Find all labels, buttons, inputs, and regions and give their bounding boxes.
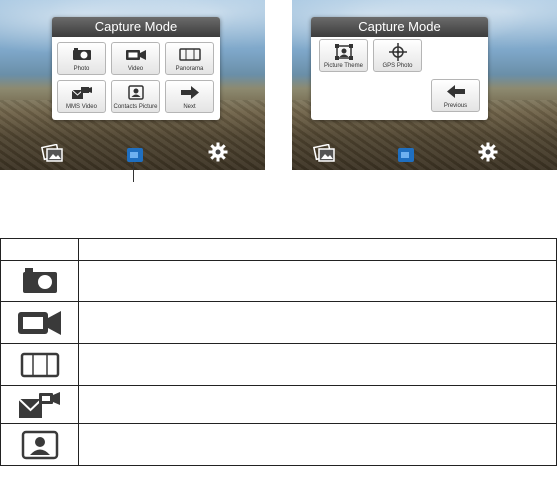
capture-mode-button[interactable]: [398, 148, 414, 162]
table-description-cell: [78, 385, 557, 424]
settings-button[interactable]: [478, 142, 498, 162]
table-icon-cell: [0, 423, 79, 466]
mms-video-button[interactable]: MMS Video: [57, 80, 106, 113]
table-header-row: [0, 238, 557, 261]
table-description-cell: [78, 343, 557, 386]
callout-line: [133, 162, 134, 182]
panorama-icon: [20, 352, 59, 377]
menu-title: Capture Mode: [52, 17, 220, 37]
menu-title: Capture Mode: [311, 17, 488, 37]
video-label: Video: [127, 66, 144, 72]
settings-gear-icon: [478, 142, 498, 162]
table-description-cell: [78, 260, 557, 302]
table-icon-cell: [0, 385, 79, 424]
capture-mode-button[interactable]: [127, 148, 143, 162]
picture-theme-button[interactable]: Picture Theme: [319, 39, 368, 72]
bottom-toolbar: [292, 132, 557, 170]
mms-video-icon: [17, 391, 60, 418]
gps-photo-button[interactable]: GPS Photo: [373, 39, 422, 72]
table-row: [0, 423, 557, 466]
table-icon-cell: [0, 260, 79, 302]
settings-gear-icon: [208, 142, 228, 162]
table-header-description: [78, 238, 557, 261]
video-camera-icon: [125, 50, 146, 60]
table-description-cell: [78, 423, 557, 466]
capture-mode-icon: [398, 148, 414, 162]
contacts-picture-button[interactable]: Contacts Picture: [111, 80, 160, 113]
table-description-cell: [78, 301, 557, 344]
gps-crosshair-icon: [388, 42, 407, 61]
table-row: [0, 301, 557, 344]
camera-icon: [22, 268, 57, 293]
previous-label: Previous: [443, 103, 468, 109]
table-icon-cell: [0, 343, 79, 386]
right-camera-screen: Capture Mode Picture Theme GPS Photo Pre…: [292, 0, 557, 170]
capture-mode-icon: [127, 148, 143, 162]
contacts-picture-label: Contacts Picture: [113, 104, 158, 110]
gps-photo-label: GPS Photo: [382, 63, 413, 69]
video-camera-icon: [17, 310, 61, 335]
contacts-picture-icon: [21, 430, 58, 459]
next-label: Next: [183, 104, 196, 110]
mms-video-label: MMS Video: [66, 104, 97, 110]
album-icon: [41, 144, 63, 162]
picture-theme-icon: [334, 43, 353, 60]
capture-mode-menu: Capture Mode Photo Video Panorama MMS Vi…: [52, 17, 220, 120]
contacts-picture-icon: [127, 85, 144, 100]
camera-icon: [72, 48, 91, 60]
left-camera-screen: Capture Mode Photo Video Panorama MMS Vi…: [0, 0, 265, 170]
next-button[interactable]: Next: [165, 80, 214, 113]
table-icon-cell: [0, 301, 79, 344]
album-button[interactable]: [312, 144, 336, 162]
album-button[interactable]: [40, 144, 64, 162]
photo-label: Photo: [73, 66, 90, 72]
picture-theme-label: Picture Theme: [324, 63, 363, 69]
settings-button[interactable]: [208, 142, 228, 162]
table-header-icon: [0, 238, 79, 261]
previous-button[interactable]: Previous: [431, 79, 480, 112]
arrow-right-icon: [180, 86, 199, 99]
mms-video-icon: [71, 86, 92, 99]
panorama-label: Panorama: [175, 66, 204, 72]
video-button[interactable]: Video: [111, 42, 160, 75]
panorama-button[interactable]: Panorama: [165, 42, 214, 75]
arrow-left-icon: [446, 85, 465, 98]
table-row: [0, 385, 557, 424]
table-row: [0, 343, 557, 386]
panorama-icon: [178, 48, 201, 61]
table-row: [0, 260, 557, 302]
album-icon: [313, 144, 335, 162]
photo-button[interactable]: Photo: [57, 42, 106, 75]
capture-mode-icon-table: [0, 238, 557, 466]
capture-mode-menu: Capture Mode Picture Theme GPS Photo Pre…: [311, 17, 488, 120]
